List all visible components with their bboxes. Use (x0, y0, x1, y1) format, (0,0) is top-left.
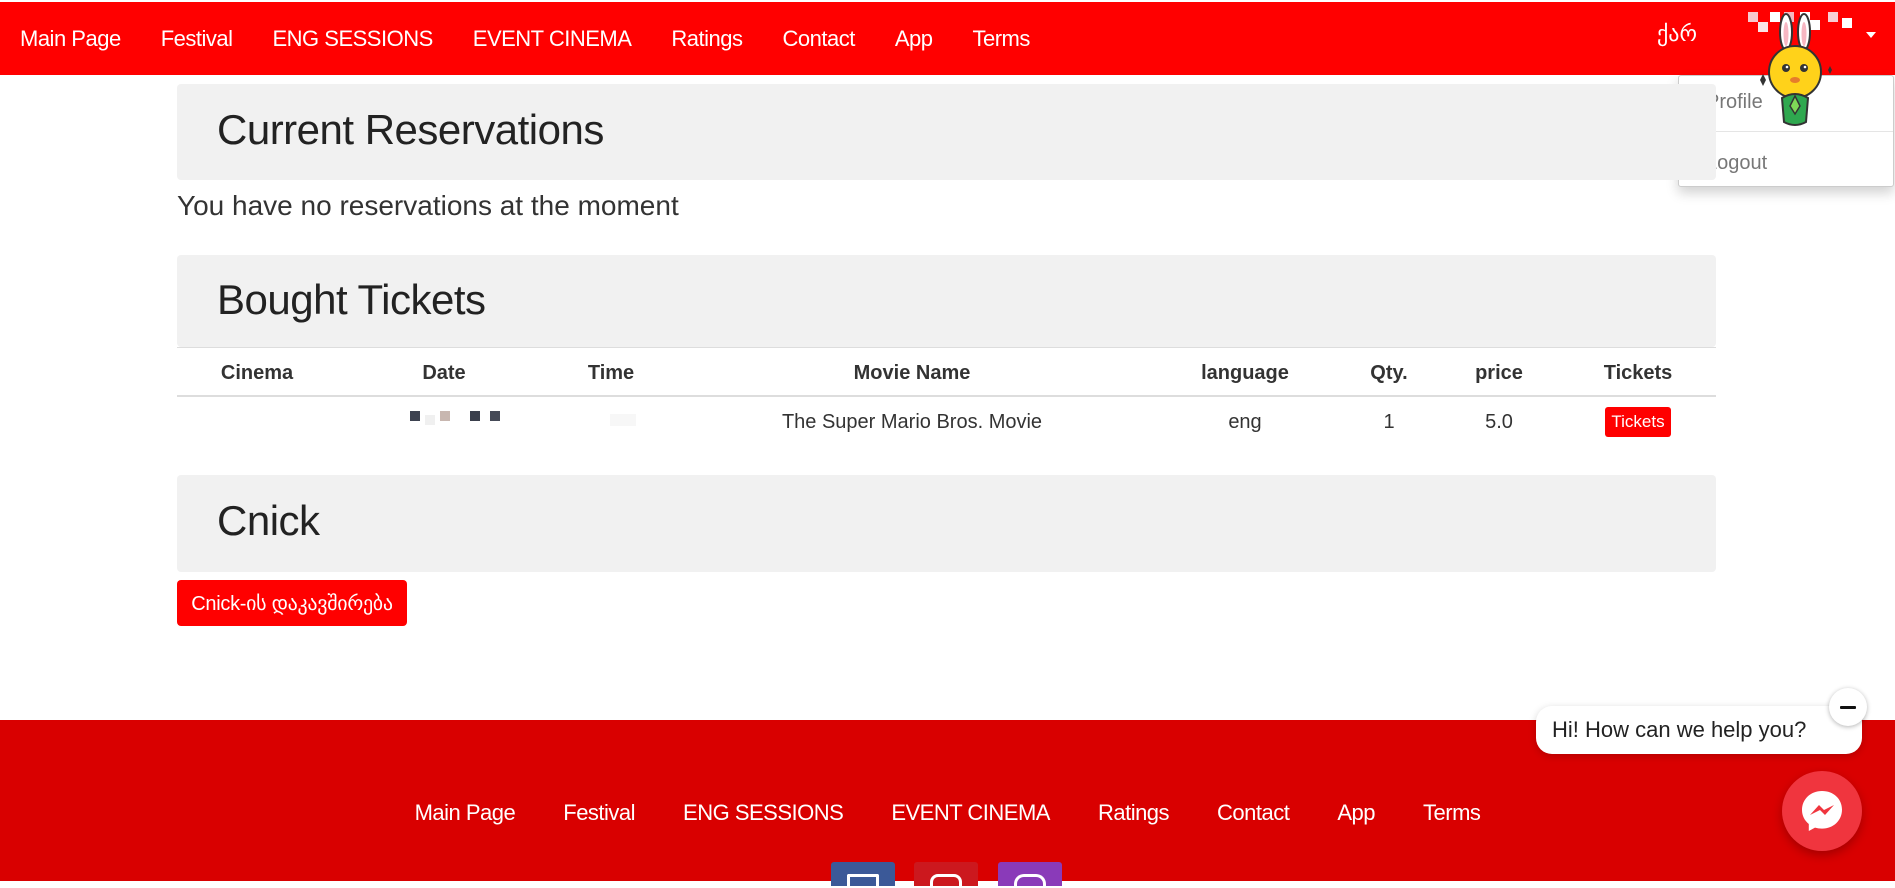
language-switch[interactable]: ქარ (1657, 2, 1697, 66)
col-price: price (1475, 362, 1523, 384)
date-blur-2 (425, 415, 435, 425)
chat-minimize-button[interactable] (1829, 688, 1867, 726)
col-tickets: Tickets (1603, 362, 1673, 384)
bought-tickets-title: Bought Tickets (217, 276, 486, 323)
current-reservations-panel: Current Reservations (177, 84, 1716, 180)
col-cinema: Cinema (220, 362, 294, 384)
footer-ratings[interactable]: Ratings (1098, 800, 1170, 826)
time-blur (610, 414, 636, 426)
footer-contact[interactable]: Contact (1217, 800, 1290, 826)
user-menu-caret-icon[interactable] (1866, 32, 1876, 38)
col-movie-name: Movie Name (853, 362, 971, 384)
current-reservations-title: Current Reservations (217, 106, 604, 153)
nav-contact[interactable]: Contact (782, 26, 855, 52)
cell-qty: 1 (1383, 411, 1395, 433)
date-blur-3 (440, 411, 450, 421)
footer-eng-sessions[interactable]: ENG SESSIONS (683, 800, 844, 826)
minus-icon (1840, 705, 1856, 709)
date-blur-4 (470, 411, 480, 421)
cell-movie-name: The Super Mario Bros. Movie (781, 411, 1043, 433)
footer-main-page[interactable]: Main Page (415, 800, 516, 826)
youtube-icon[interactable] (914, 862, 978, 888)
messenger-icon (1802, 791, 1842, 831)
footer-terms[interactable]: Terms (1423, 800, 1481, 826)
main-nav: Main Page Festival ENG SESSIONS EVENT CI… (0, 2, 1070, 75)
messenger-chat-button[interactable] (1782, 771, 1862, 851)
col-time: Time (587, 362, 635, 384)
col-language: language (1201, 362, 1289, 384)
cell-language: eng (1228, 411, 1262, 433)
nav-main-page[interactable]: Main Page (20, 26, 121, 52)
bought-tickets-panel: Bought Tickets (177, 255, 1716, 347)
col-qty: Qty. (1370, 362, 1408, 384)
nav-eng-sessions[interactable]: ENG SESSIONS (272, 26, 433, 52)
cnick-connect-button[interactable]: Cnick-ის დაკავშირება (177, 580, 407, 626)
facebook-icon[interactable] (831, 862, 895, 888)
tickets-table-header: Cinema Date Time Movie Name language Qty… (177, 347, 1716, 397)
nav-festival[interactable]: Festival (161, 26, 233, 52)
cnick-title: Cnick (217, 497, 320, 544)
date-blur-1 (410, 411, 420, 421)
instagram-icon[interactable] (998, 862, 1062, 888)
date-blur-5 (490, 411, 500, 421)
no-reservations-message: You have no reservations at the moment (177, 190, 679, 221)
chat-greeting-bubble[interactable]: Hi! How can we help you? (1536, 706, 1862, 754)
cell-price: 5.0 (1485, 411, 1513, 433)
rabbit-sticker-avatar (1760, 13, 1832, 126)
footer-event-cinema[interactable]: EVENT CINEMA (891, 800, 1050, 826)
nav-app[interactable]: App (895, 26, 933, 52)
nav-ratings[interactable]: Ratings (671, 26, 743, 52)
cnick-panel: Cnick (177, 475, 1716, 572)
footer-festival[interactable]: Festival (563, 800, 635, 826)
footer-app[interactable]: App (1337, 800, 1375, 826)
footer-nav: Main Page Festival ENG SESSIONS EVENT CI… (0, 800, 1895, 826)
nav-event-cinema[interactable]: EVENT CINEMA (473, 26, 632, 52)
nav-terms[interactable]: Terms (972, 26, 1030, 52)
col-date: Date (422, 362, 466, 384)
table-row: The Super Mario Bros. Movie eng 1 5.0 (177, 397, 1716, 447)
top-navbar: Main Page Festival ENG SESSIONS EVENT CI… (0, 2, 1895, 75)
tickets-button[interactable]: Tickets (1605, 407, 1671, 437)
